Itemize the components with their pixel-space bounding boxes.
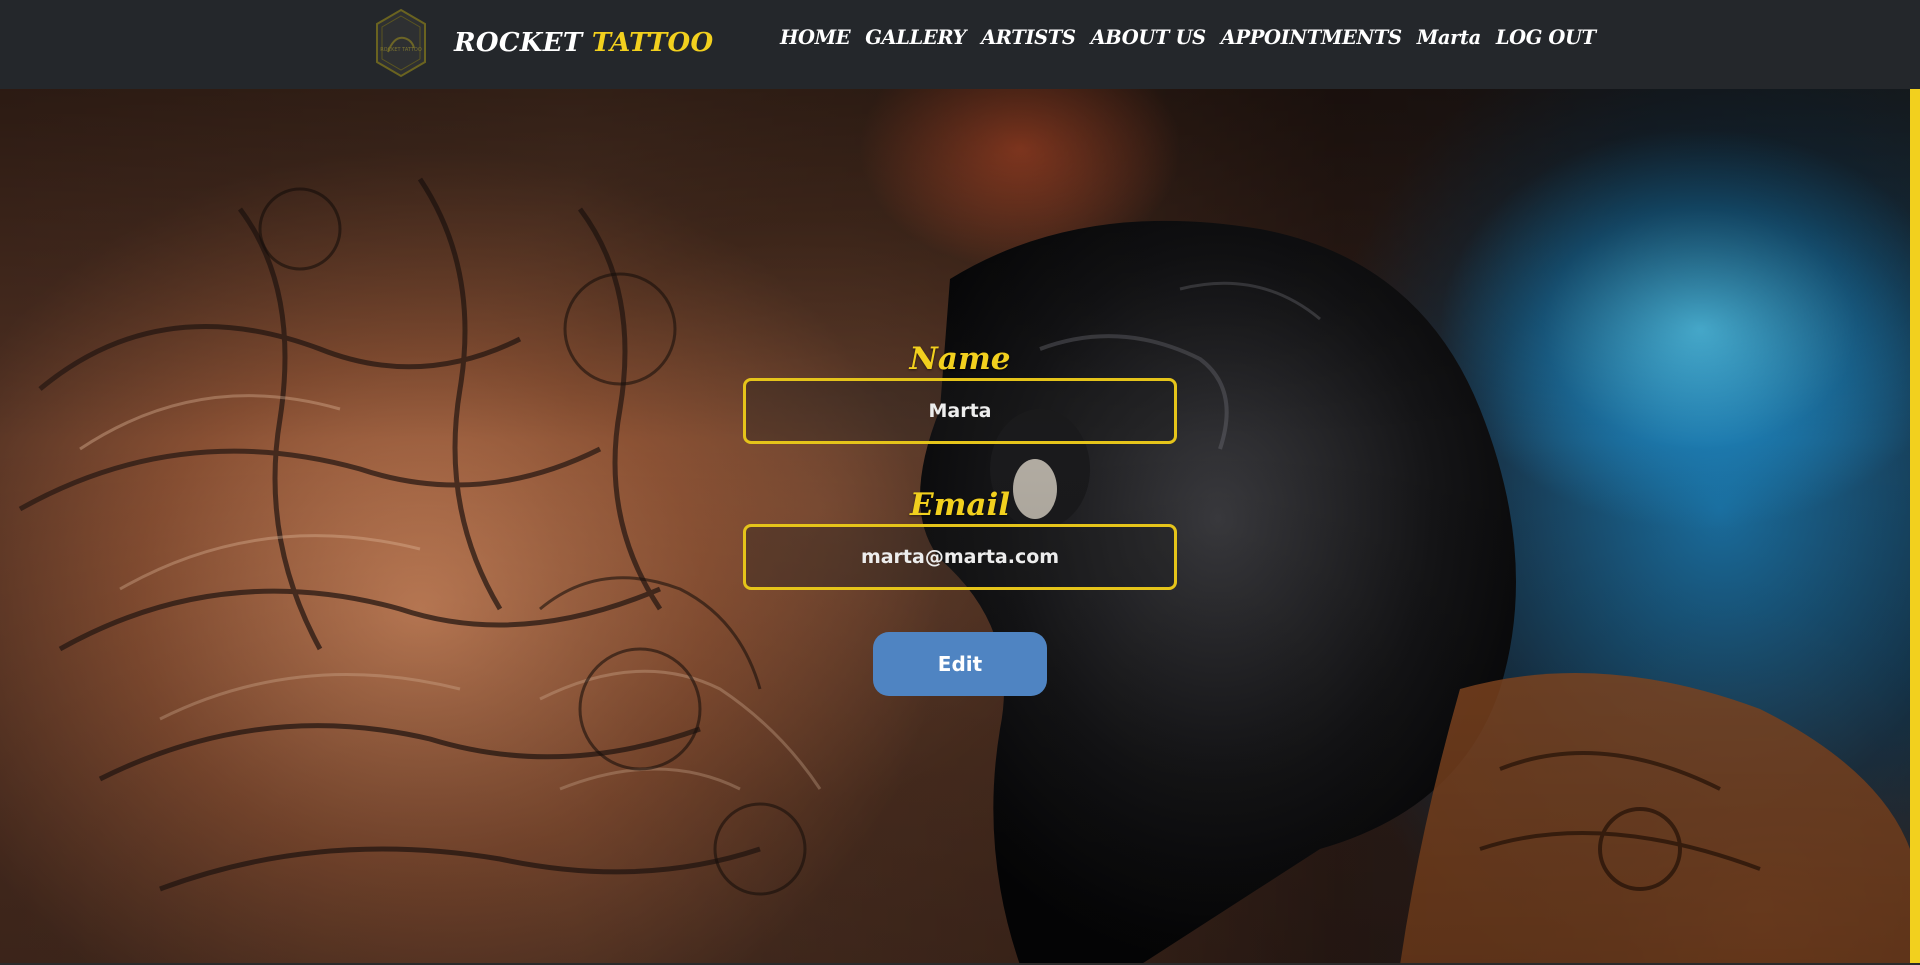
page-scrollbar[interactable] [1910, 89, 1920, 965]
logo-text: ROCKET TATTOO [380, 47, 422, 53]
edit-button[interactable]: Edit [873, 632, 1047, 696]
email-field-group: Email [743, 486, 1177, 590]
top-navbar: ROCKET TATTOO ROCKET TATTOO HOME GALLERY… [0, 0, 1920, 89]
nav-about-us[interactable]: ABOUT US [1091, 26, 1207, 49]
profile-edit-form: Name Email Edit [743, 340, 1177, 696]
brand-name-main: ROCKET [454, 28, 583, 58]
hexagon-logo-icon[interactable]: ROCKET TATTOO [374, 8, 428, 78]
nav-user-profile[interactable]: Marta [1417, 26, 1482, 49]
name-field-group: Name [743, 340, 1177, 444]
main-nav: HOME GALLERY ARTISTS ABOUT US APPOINTMEN… [780, 26, 1611, 49]
name-label: Name [909, 341, 1011, 377]
name-input[interactable] [743, 378, 1177, 444]
email-label: Email [909, 487, 1011, 523]
email-input[interactable] [743, 524, 1177, 590]
nav-appointments[interactable]: APPOINTMENTS [1221, 26, 1402, 49]
nav-gallery[interactable]: GALLERY [865, 26, 966, 49]
nav-logout[interactable]: LOG OUT [1496, 26, 1596, 49]
nav-artists[interactable]: ARTISTS [981, 26, 1076, 49]
brand[interactable]: ROCKET TATTOO ROCKET TATTOO [374, 8, 713, 78]
nav-home[interactable]: HOME [780, 26, 851, 49]
brand-name[interactable]: ROCKET TATTOO [454, 28, 713, 58]
brand-name-accent: TATTOO [591, 28, 714, 58]
